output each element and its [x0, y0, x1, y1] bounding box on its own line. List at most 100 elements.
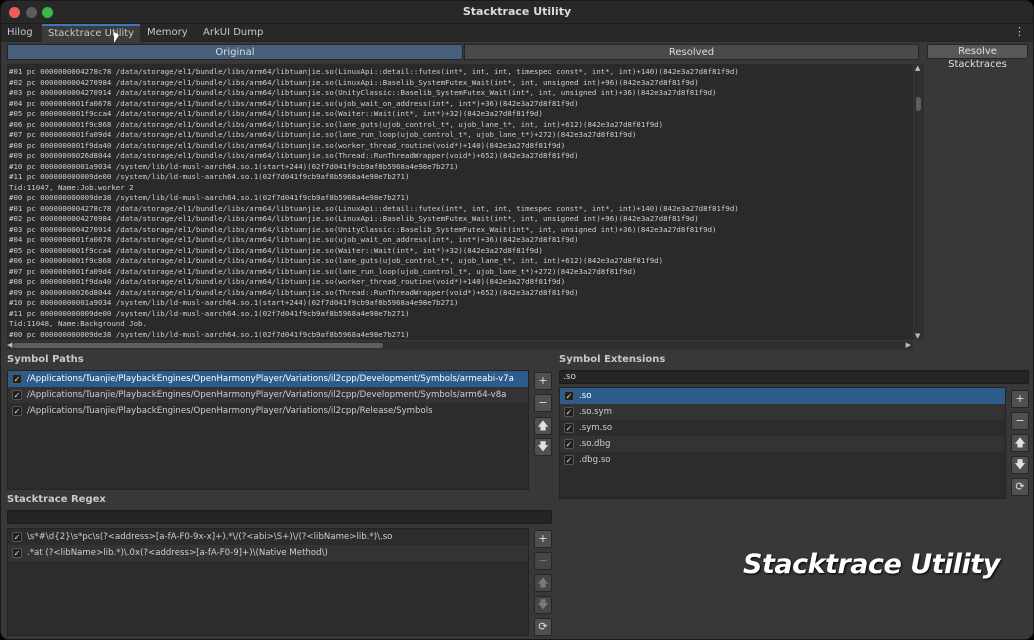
log-line: #07 pc 0000000001fa09d4 /data/storage/el…	[9, 266, 636, 277]
vertical-scroll-thumb[interactable]	[916, 97, 921, 111]
tab-bar: Hilog Stacktrace Utility Memory ArkUI Du…	[1, 24, 1033, 42]
app-window: Stacktrace Utility Hilog Stacktrace Util…	[0, 0, 1034, 640]
log-line: #09 pc 00000000026d8044 /data/storage/el…	[9, 150, 579, 161]
add-regex-button[interactable]: +	[534, 530, 552, 548]
log-line: #06 pc 0000000001f9c868 /data/storage/el…	[9, 255, 663, 266]
symbol-path-item[interactable]: ✓ /Applications/Tuanjie/PlaybackEngines/O…	[8, 371, 528, 387]
window-title: Stacktrace Utility	[1, 5, 1033, 18]
log-line: #03 pc 0000000004270914 /data/storage/el…	[9, 87, 716, 98]
move-up-arrow-icon[interactable]: 🡅	[1011, 434, 1029, 452]
regex-item-text: \s*#\d{2}\s*pc\s(?<address>[a-fA-F0-9x-x…	[27, 529, 392, 545]
extension-item-text: .dbg.so	[579, 452, 611, 468]
move-down-arrow-icon[interactable]: 🡇	[534, 596, 552, 614]
stacktrace-regex-label: Stacktrace Regex	[7, 494, 106, 505]
extension-item[interactable]: ✓ .so	[560, 388, 1005, 404]
checkbox[interactable]: ✓	[12, 390, 22, 400]
checkbox[interactable]: ✓	[12, 374, 22, 384]
move-up-arrow-icon[interactable]: 🡅	[534, 417, 552, 435]
remove-regex-button[interactable]: −	[534, 552, 552, 570]
log-line: #05 pc 0000000001f9cca4 /data/storage/el…	[9, 108, 543, 119]
log-line: Tid:11047, Name:Job.worker 2	[9, 182, 134, 193]
tab-hilog[interactable]: Hilog	[1, 24, 39, 42]
log-line: #02 pc 0000000004270984 /data/storage/el…	[9, 77, 699, 88]
symbol-extensions-label: Symbol Extensions	[559, 354, 665, 365]
remove-extension-button[interactable]: −	[1011, 412, 1029, 430]
log-line: #11 pc 000000000009de00 /system/lib/ld-m…	[9, 308, 409, 319]
move-down-arrow-icon[interactable]: 🡇	[1011, 456, 1029, 474]
symbol-path-item[interactable]: ✓ /Applications/Tuanjie/PlaybackEngines/O…	[8, 403, 528, 419]
log-line: #06 pc 0000000001f9c868 /data/storage/el…	[9, 119, 663, 130]
log-line: #00 pc 000000000009de38 /system/lib/ld-m…	[9, 329, 409, 340]
symbol-extensions-list: ✓ .so ✓ .so.sym ✓ .sym.so ✓ .so.dbg ✓ .dbg.so	[559, 387, 1006, 499]
original-toggle[interactable]: Original	[7, 44, 463, 60]
symbol-paths-list: ✓ /Applications/Tuanjie/PlaybackEngines/O…	[7, 370, 529, 490]
horizontal-scroll-thumb[interactable]	[13, 343, 383, 348]
scroll-up-arrow-icon[interactable]: ▲	[915, 64, 920, 72]
remove-symbol-path-button[interactable]: −	[534, 394, 552, 412]
stacktrace-regex-list: ✓ \s*#\d{2}\s*pc\s(?<address>[a-fA-F0-9x-…	[7, 528, 529, 636]
log-line: #01 pc 0000000004278c78 /data/storage/el…	[9, 203, 739, 214]
log-line: #02 pc 0000000004270984 /data/storage/el…	[9, 213, 699, 224]
tab-stacktrace-utility[interactable]: Stacktrace Utility	[42, 24, 140, 42]
extension-item-text: .so.sym	[579, 404, 612, 420]
log-line: #07 pc 0000000001fa09d4 /data/storage/el…	[9, 129, 636, 140]
tab-memory[interactable]: Memory	[141, 24, 194, 42]
refresh-icon[interactable]: ⟳	[534, 618, 552, 636]
log-line: #08 pc 0000000001f9da40 /data/storage/el…	[9, 276, 565, 287]
extension-item[interactable]: ✓ .sym.so	[560, 420, 1005, 436]
log-line: #01 pc 0000000004278c78 /data/storage/el…	[9, 66, 739, 77]
tab-arkui-dump[interactable]: ArkUI Dump	[197, 24, 269, 42]
checkbox[interactable]: ✓	[12, 532, 22, 542]
symbol-path-item-text: /Applications/Tuanjie/PlaybackEngines/Op…	[27, 403, 433, 419]
checkbox[interactable]: ✓	[564, 439, 574, 449]
move-up-arrow-icon[interactable]: 🡅	[534, 574, 552, 592]
log-vertical-scrollbar[interactable]: ▲ ▼	[914, 64, 924, 340]
mouse-cursor-icon	[114, 32, 119, 43]
regex-input[interactable]	[7, 510, 552, 524]
regex-item-text: .*at (?<libName>lib.*)\.0x(?<address>[a-…	[27, 545, 328, 561]
refresh-icon[interactable]: ⟳	[1011, 478, 1029, 496]
regex-item[interactable]: ✓ \s*#\d{2}\s*pc\s(?<address>[a-fA-F0-9x-…	[8, 529, 528, 545]
scroll-left-arrow-icon[interactable]: ◀	[7, 341, 12, 349]
symbol-path-item[interactable]: ✓ /Applications/Tuanjie/PlaybackEngines/O…	[8, 387, 528, 403]
scroll-right-arrow-icon[interactable]: ▶	[906, 341, 911, 349]
checkbox[interactable]: ✓	[564, 391, 574, 401]
move-down-arrow-icon[interactable]: 🡇	[534, 438, 552, 456]
log-line: #10 pc 00000000001a9034 /system/lib/ld-m…	[9, 297, 458, 308]
log-line: #05 pc 0000000001f9cca4 /data/storage/el…	[9, 245, 543, 256]
regex-item[interactable]: ✓ .*at (?<libName>lib.*)\.0x(?<address>[a…	[8, 545, 528, 561]
watermark-caption: Stacktrace Utility	[743, 549, 1000, 580]
checkbox[interactable]: ✓	[564, 407, 574, 417]
log-line: #04 pc 0000000001fa0678 /data/storage/el…	[9, 234, 579, 245]
log-line: #03 pc 0000000004270914 /data/storage/el…	[9, 224, 716, 235]
add-symbol-path-button[interactable]: +	[534, 372, 552, 390]
log-line: #04 pc 0000000001fa0678 /data/storage/el…	[9, 98, 579, 109]
log-line: #00 pc 000000000009de38 /system/lib/ld-m…	[9, 192, 409, 203]
log-line: #11 pc 000000000009de00 /system/lib/ld-m…	[9, 171, 409, 182]
log-line: Tid:11048, Name:Background Job.	[9, 318, 147, 329]
checkbox[interactable]: ✓	[12, 548, 22, 558]
stacktrace-log-view[interactable]: #01 pc 0000000004278c78 /data/storage/el…	[7, 64, 913, 340]
symbol-path-item-text: /Applications/Tuanjie/PlaybackEngines/Op…	[27, 371, 514, 387]
scroll-down-arrow-icon[interactable]: ▼	[915, 332, 920, 340]
extension-item-text: .so.dbg	[579, 436, 610, 452]
symbol-paths-label: Symbol Paths	[7, 354, 84, 365]
log-line: #10 pc 00000000001a9034 /system/lib/ld-m…	[9, 161, 458, 172]
resolve-stacktraces-button[interactable]: Resolve Stacktraces	[927, 44, 1028, 59]
symbol-path-item-text: /Applications/Tuanjie/PlaybackEngines/Op…	[27, 387, 506, 403]
add-extension-button[interactable]: +	[1011, 390, 1029, 408]
extension-item[interactable]: ✓ .so.sym	[560, 404, 1005, 420]
log-horizontal-scrollbar[interactable]: ◀ ▶	[7, 341, 913, 350]
symbol-extension-input[interactable]: .so	[559, 370, 1029, 384]
vertical-ellipsis-icon[interactable]: ⋮	[1014, 25, 1025, 38]
extension-item-text: .so	[579, 388, 591, 404]
checkbox[interactable]: ✓	[12, 406, 22, 416]
log-line: #09 pc 00000000026d8044 /data/storage/el…	[9, 287, 579, 298]
log-line: #08 pc 0000000001f9da40 /data/storage/el…	[9, 140, 565, 151]
extension-item[interactable]: ✓ .dbg.so	[560, 452, 1005, 468]
checkbox[interactable]: ✓	[564, 455, 574, 465]
resolved-toggle[interactable]: Resolved	[464, 44, 919, 60]
checkbox[interactable]: ✓	[564, 423, 574, 433]
extension-item[interactable]: ✓ .so.dbg	[560, 436, 1005, 452]
extension-item-text: .sym.so	[579, 420, 612, 436]
